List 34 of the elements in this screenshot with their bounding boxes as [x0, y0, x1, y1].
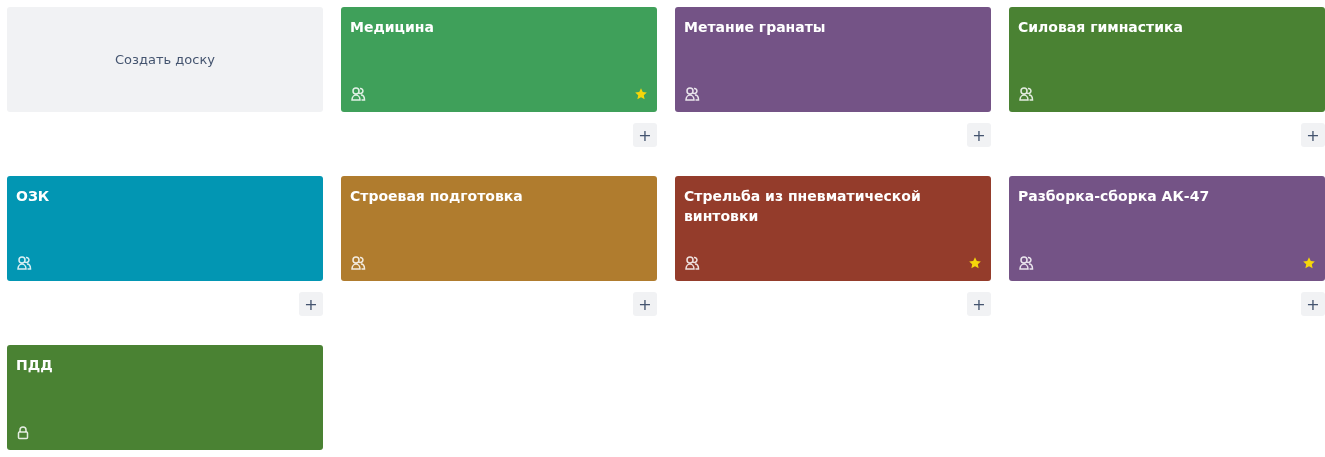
add-button[interactable]: +: [633, 123, 657, 147]
people-icon: [1018, 255, 1034, 271]
star-icon[interactable]: [634, 87, 648, 101]
lock-icon: [16, 426, 30, 440]
people-icon: [16, 255, 32, 271]
board-title: Метание гранаты: [684, 18, 827, 37]
add-button[interactable]: +: [633, 292, 657, 316]
add-button[interactable]: +: [1301, 123, 1325, 147]
board-tile[interactable]: Стрельба из пневматической винтовки: [675, 176, 991, 281]
board-tile[interactable]: Метание гранаты: [675, 7, 991, 112]
people-icon: [350, 255, 366, 271]
board-title: Разборка-сборка АК-47: [1018, 187, 1211, 206]
add-button[interactable]: +: [1301, 292, 1325, 316]
board-tile[interactable]: Строевая подготовка: [341, 176, 657, 281]
board-tile[interactable]: ПДД: [7, 345, 323, 450]
board-title: Силовая гимнастика: [1018, 18, 1184, 37]
board-title: Медицина: [350, 18, 435, 37]
board-title: Строевая подготовка: [350, 187, 524, 206]
board-tile[interactable]: Разборка-сборка АК-47: [1009, 176, 1325, 281]
board-title: ПДД: [16, 356, 54, 375]
board-title: ОЗК: [16, 187, 51, 206]
people-icon: [684, 86, 700, 102]
board-title: Стрельба из пневматической винтовки: [684, 187, 922, 226]
add-button[interactable]: +: [967, 123, 991, 147]
board-tile[interactable]: ОЗК: [7, 176, 323, 281]
people-icon: [350, 86, 366, 102]
add-button[interactable]: +: [299, 292, 323, 316]
add-button[interactable]: +: [967, 292, 991, 316]
people-icon: [1018, 86, 1034, 102]
people-icon: [684, 255, 700, 271]
star-icon[interactable]: [968, 256, 982, 270]
board-tile[interactable]: Силовая гимнастика: [1009, 7, 1325, 112]
star-icon[interactable]: [1302, 256, 1316, 270]
create-board-button[interactable]: Создать доску: [7, 7, 323, 112]
